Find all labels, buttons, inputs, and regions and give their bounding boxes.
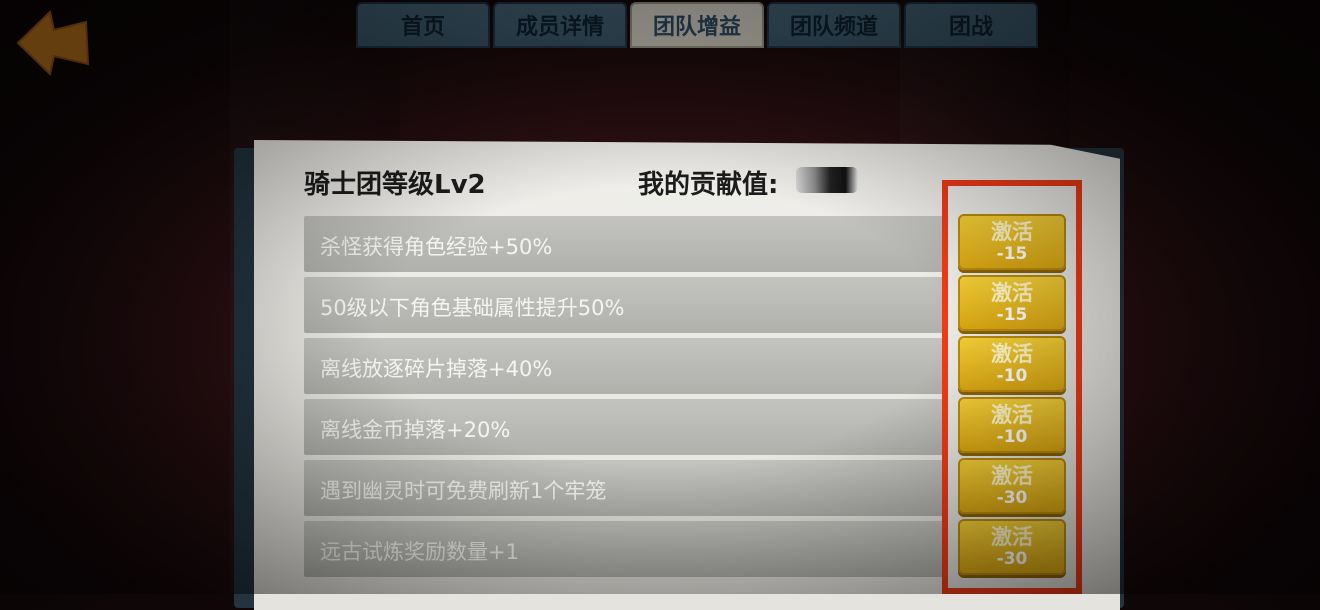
buff-description: 杀怪获得角色经验+50%: [320, 235, 553, 259]
activate-label: 激活: [991, 220, 1033, 244]
contribution-value-redacted: [796, 167, 858, 193]
buff-row: 远古试炼奖励数量+1 激活 -30: [304, 519, 1084, 577]
activate-cost: -30: [996, 488, 1028, 508]
activate-label: 激活: [991, 403, 1033, 427]
activate-cost: -15: [996, 244, 1028, 264]
guild-level-title: 骑士团等级Lv2: [304, 170, 486, 200]
buff-row: 遇到幽灵时可免费刷新1个牢笼 激活 -30: [304, 458, 1084, 516]
buff-list: 杀怪获得角色经验+50% 激活 -15 50级以下角色基础属性提升50% 激活 …: [304, 214, 1084, 582]
activate-button[interactable]: 激活 -10: [958, 336, 1066, 392]
activate-label: 激活: [991, 342, 1033, 366]
activate-button[interactable]: 激活 -30: [958, 519, 1066, 575]
activate-button[interactable]: 激活 -30: [958, 458, 1066, 514]
buff-row: 杀怪获得角色经验+50% 激活 -15: [304, 214, 1084, 272]
tab-team-buffs[interactable]: 团队增益: [630, 2, 764, 48]
buff-description: 远古试炼奖励数量+1: [320, 540, 519, 564]
buff-description: 离线金币掉落+20%: [320, 418, 511, 442]
back-arrow-icon: [16, 10, 90, 76]
buff-description: 遇到幽灵时可免费刷新1个牢笼: [320, 479, 607, 503]
activate-cost: -15: [996, 305, 1028, 325]
contribution-label: 我的贡献值:: [638, 170, 779, 200]
activate-cost: -10: [996, 427, 1028, 447]
activate-label: 激活: [991, 281, 1033, 305]
activate-label: 激活: [991, 464, 1033, 488]
tab-team-channel[interactable]: 团队频道: [767, 2, 901, 48]
tab-team-battle[interactable]: 团战: [904, 2, 1038, 48]
buff-row: 50级以下角色基础属性提升50% 激活 -15: [304, 275, 1084, 333]
buff-description: 离线放逐碎片掉落+40%: [320, 357, 553, 381]
activate-cost: -10: [996, 366, 1028, 386]
tab-bar: 首页 成员详情 团队增益 团队频道 团战: [356, 2, 1038, 50]
activate-button[interactable]: 激活 -10: [958, 397, 1066, 453]
buff-row: 离线金币掉落+20% 激活 -10: [304, 397, 1084, 455]
back-button[interactable]: [14, 8, 90, 78]
activate-cost: -30: [996, 549, 1028, 569]
activate-button[interactable]: 激活 -15: [958, 214, 1066, 270]
buff-row: 离线放逐碎片掉落+40% 激活 -10: [304, 336, 1084, 394]
buff-description: 50级以下角色基础属性提升50%: [320, 296, 625, 320]
tab-home[interactable]: 首页: [356, 2, 490, 48]
activate-label: 激活: [991, 525, 1033, 549]
activate-button[interactable]: 激活 -15: [958, 275, 1066, 331]
tab-member-details[interactable]: 成员详情: [493, 2, 627, 48]
